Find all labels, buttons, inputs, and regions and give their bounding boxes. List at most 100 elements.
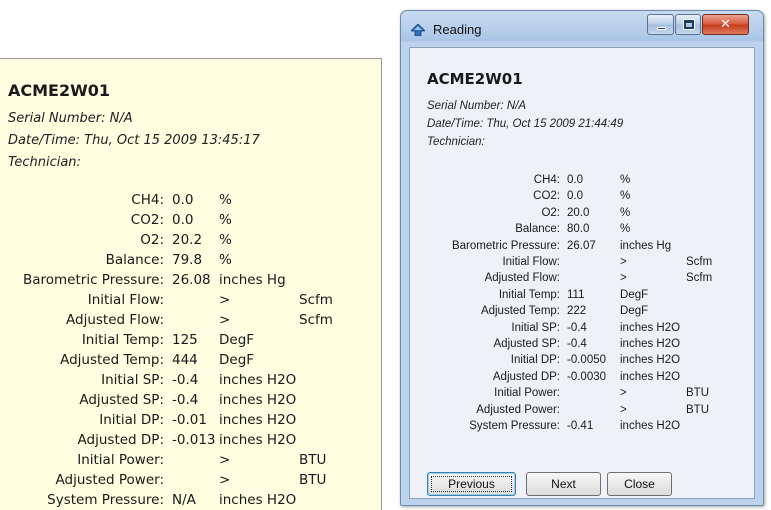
reading-label-cell: Adjusted SP: xyxy=(0,392,164,412)
reading-unit-secondary: Scfm xyxy=(299,312,333,328)
reading-value: 20.2 xyxy=(172,232,203,248)
reading-unit: % xyxy=(219,212,232,228)
reading-unit: > xyxy=(620,387,627,400)
reading-value: 0.0 xyxy=(172,212,194,228)
close-icon: ✕ xyxy=(720,17,731,32)
reading-unit-secondary: Scfm xyxy=(686,256,713,268)
reading-label: O2: xyxy=(140,232,164,248)
reading-unit: DegF xyxy=(219,332,255,348)
dialog-content: ACME2W01 Serial Number: N/A Date/Time: T… xyxy=(409,47,755,499)
reading-label-cell: Adjusted Flow: xyxy=(410,272,560,288)
reading-unit: % xyxy=(620,206,631,219)
reading-label: Initial SP: xyxy=(101,372,164,388)
reading-label-cell: Initial Power: xyxy=(0,452,164,472)
date-time: Date/Time: Thu, Oct 15 2009 21:44:49 xyxy=(427,118,624,130)
reading-unit-secondary: Scfm xyxy=(686,272,713,285)
reading-label: Adjusted Temp: xyxy=(60,352,164,368)
reading-unit: inches H2O xyxy=(620,338,681,350)
close-window-button[interactable]: ✕ xyxy=(702,14,749,35)
reading-label: System Pressure: xyxy=(47,492,164,508)
reading-label: Adjusted Power: xyxy=(55,472,165,488)
reading-unit-secondary: BTU xyxy=(686,387,709,400)
reading-value: -0.01 xyxy=(172,412,207,428)
reading-unit: % xyxy=(620,223,631,236)
app-icon xyxy=(411,24,425,36)
reading-label: Adjusted DP: xyxy=(77,432,164,448)
reading-label: Adjusted Flow: xyxy=(66,312,164,328)
minimize-button[interactable] xyxy=(647,14,674,35)
close-button-label: Close xyxy=(624,477,655,491)
reading-unit: > xyxy=(620,256,627,268)
date-time: Date/Time: Thu, Oct 15 2009 13:45:17 xyxy=(8,133,260,148)
reading-label-cell: Initial Flow: xyxy=(0,292,164,312)
serial-number: Serial Number: N/A xyxy=(8,111,133,126)
reading-unit: inches H2O xyxy=(219,372,297,388)
reading-label-cell: Adjusted SP: xyxy=(410,338,560,354)
reading-label: Initial SP: xyxy=(511,321,560,334)
reading-label: Initial DP: xyxy=(510,354,560,367)
reading-label: CO2: xyxy=(130,212,164,228)
reading-label-cell: Adjusted Power: xyxy=(0,472,165,492)
reading-label-cell: System Pressure: xyxy=(410,420,560,436)
reading-value: 222 xyxy=(567,305,587,318)
reading-label-cell: Adjusted DP: xyxy=(410,371,560,387)
reading-unit: % xyxy=(620,174,631,186)
reading-label: Balance: xyxy=(515,223,560,236)
reading-label-cell: Initial DP: xyxy=(0,412,164,432)
reading-label-cell: Initial Temp: xyxy=(410,289,560,305)
close-button[interactable]: Close xyxy=(607,472,672,496)
reading-label-cell: Initial DP: xyxy=(410,354,560,370)
reading-unit: DegF xyxy=(219,352,255,368)
reading-label-cell: Adjusted Power: xyxy=(410,404,560,420)
reading-label: Initial Temp: xyxy=(498,288,560,301)
reading-label-cell: CO2: xyxy=(0,212,164,232)
site-title: ACME2W01 xyxy=(427,70,523,88)
reading-label: Adjusted SP: xyxy=(493,338,560,350)
reading-label-cell: O2: xyxy=(410,207,560,223)
reading-value: -0.0030 xyxy=(567,370,607,383)
minimize-icon xyxy=(657,27,666,30)
reading-unit: % xyxy=(219,232,232,248)
reading-value: 26.08 xyxy=(172,272,211,288)
reading-value: 79.8 xyxy=(172,252,203,268)
reading-unit: > xyxy=(219,452,231,468)
reading-value: -0.013 xyxy=(172,432,216,448)
reading-value: 444 xyxy=(172,352,198,368)
reading-label-cell: System Pressure: xyxy=(0,492,164,510)
reading-label: Adjusted Power: xyxy=(476,403,560,416)
reading-label: Initial DP: xyxy=(99,412,164,428)
reading-unit: inches Hg xyxy=(620,239,672,252)
reading-unit: > xyxy=(620,403,627,416)
reading-label-cell: Adjusted Flow: xyxy=(0,312,164,332)
focus-ring xyxy=(431,476,512,492)
previous-button[interactable]: Previous xyxy=(427,472,516,496)
reading-unit-secondary: BTU xyxy=(299,472,327,488)
reading-label-cell: CO2: xyxy=(410,190,560,206)
maximize-button[interactable] xyxy=(675,14,701,35)
title-bar[interactable]: Reading ✕ xyxy=(401,11,763,47)
site-title: ACME2W01 xyxy=(8,81,111,100)
reading-label-cell: Initial Flow: xyxy=(410,256,560,272)
reading-label-cell: Barometric Pressure: xyxy=(410,240,560,256)
reading-value: 125 xyxy=(172,332,198,348)
reading-label-cell: CH4: xyxy=(410,174,560,190)
reading-label-cell: Initial Temp: xyxy=(0,332,164,352)
reading-label: Initial Temp: xyxy=(81,332,164,348)
reading-label: Initial Power: xyxy=(77,452,164,468)
technician: Technician: xyxy=(427,136,485,148)
next-button[interactable]: Next xyxy=(526,472,601,496)
reading-value: 20.0 xyxy=(567,206,590,219)
reading-label: Barometric Pressure: xyxy=(22,272,164,288)
reading-label: System Pressure: xyxy=(469,420,560,432)
reading-value: -0.0050 xyxy=(567,354,607,367)
zoomed-reading-panel: ACME2W01 Serial Number: N/A Date/Time: T… xyxy=(0,58,382,510)
reading-label-cell: Balance: xyxy=(410,223,560,239)
reading-label: Initial Power: xyxy=(494,387,560,400)
reading-label-cell: Initial SP: xyxy=(0,372,164,392)
reading-value: 0.0 xyxy=(567,174,583,186)
reading-label: Adjusted DP: xyxy=(492,370,560,383)
reading-label: Adjusted Flow: xyxy=(484,272,560,285)
reading-label: Adjusted Temp: xyxy=(480,305,560,318)
reading-label-cell: O2: xyxy=(0,232,164,252)
reading-unit-secondary: BTU xyxy=(299,452,327,468)
